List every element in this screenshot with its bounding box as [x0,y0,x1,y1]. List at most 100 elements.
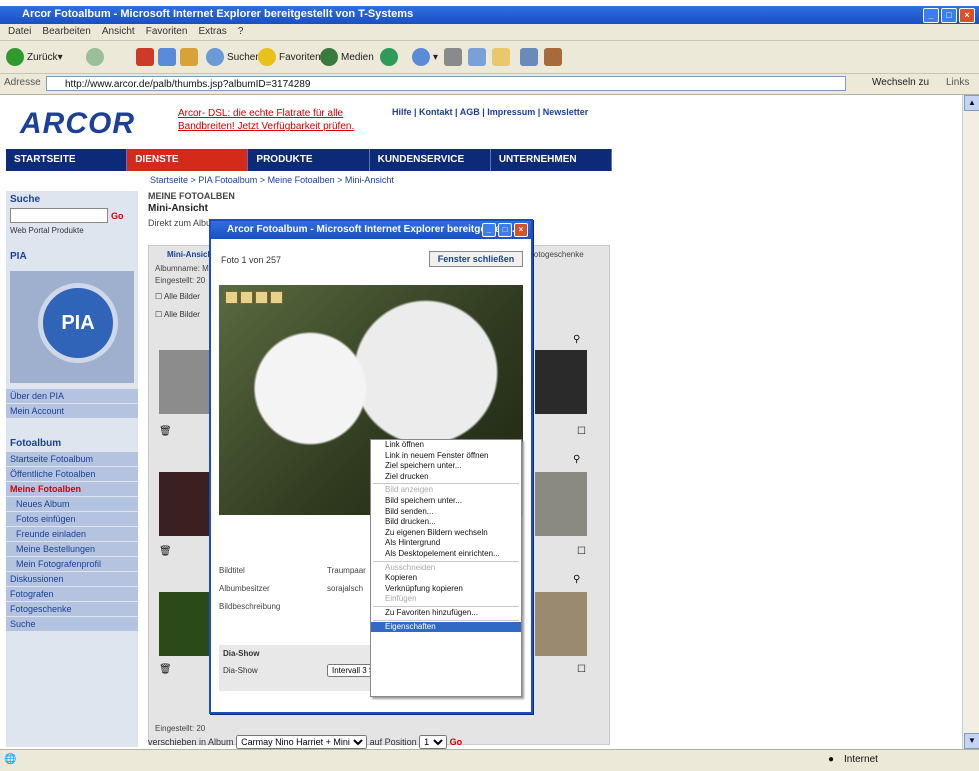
folder-button[interactable] [492,47,513,67]
thumbnail[interactable] [535,472,587,536]
link-freunde-einladen[interactable]: Freunde einladen [6,527,138,542]
trash-icon[interactable]: 🗑 [159,546,172,557]
discuss-button[interactable] [520,47,541,67]
forward-button[interactable] [86,47,107,67]
search-go-button[interactable]: Go [111,211,124,221]
link-fotogeschenke[interactable]: Fotogeschenke [6,602,138,617]
thumbnail[interactable] [159,592,211,656]
zoom-icon[interactable]: ⚲ [573,454,580,465]
arcor-logo[interactable]: ARCOR [20,107,135,141]
close-icon[interactable]: × [959,8,975,23]
popup-close-icon[interactable]: × [514,223,528,237]
link-startseite-fotoalbum[interactable]: Startseite Fotoalbum [6,452,138,467]
thumbnail[interactable] [535,592,587,656]
menu-datei[interactable]: Datei [8,24,31,40]
links-button[interactable]: Links [946,77,969,88]
nav-unternehmen[interactable]: UNTERNEHMEN [491,149,613,171]
trash-icon[interactable]: 🗑 [159,426,172,437]
link-fotos-einfuegen[interactable]: Fotos einfügen [6,512,138,527]
context-menu-item[interactable]: Ziel drucken [371,472,521,483]
folder-image-icon[interactable] [270,291,283,304]
mail-image-icon[interactable] [255,291,268,304]
thumbnail[interactable] [535,350,587,414]
popup-minimize-icon[interactable]: _ [482,223,496,237]
context-menu-item[interactable]: Zu eigenen Bildern wechseln [371,528,521,539]
popup-maximize-icon[interactable]: □ [498,223,512,237]
select-all-2[interactable]: ☐ Alle Bilder [155,310,200,319]
context-menu-item[interactable]: Ziel speichern unter... [371,461,521,472]
zoom-icon[interactable]: ⚲ [573,334,580,345]
media-button[interactable]: Medien [320,47,374,67]
select-checkbox[interactable]: ☐ [577,546,586,557]
menu-favoriten[interactable]: Favoriten [146,24,188,40]
link-suche[interactable]: Suche [6,617,138,632]
context-menu-item[interactable]: Bild senden... [371,507,521,518]
tab-fotogeschenke[interactable]: Fotogeschenke [529,250,584,259]
zoom-icon[interactable]: ⚲ [573,574,580,585]
address-input[interactable]: http://www.arcor.de/palb/thumbs.jsp?albu… [46,76,846,91]
close-window-button[interactable]: Fenster schließen [429,251,523,267]
nav-produkte[interactable]: PRODUKTE [248,149,370,171]
link-neues-album[interactable]: Neues Album [6,497,138,512]
context-menu-item[interactable]: Als Hintergrund [371,538,521,549]
stop-button[interactable] [136,47,157,67]
context-menu-item[interactable]: Link in neuem Fenster öffnen [371,451,521,462]
pia-logo[interactable]: PIA [38,283,118,363]
print-image-icon[interactable] [240,291,253,304]
top-links[interactable]: Hilfe | Kontakt | AGB | Impressum | News… [392,107,588,117]
position-select[interactable]: 1 [419,735,448,749]
print-button[interactable] [444,47,465,67]
history-button[interactable] [380,47,401,67]
menu-help[interactable]: ? [238,24,244,40]
context-menu-item[interactable]: Als Desktopelement einrichten... [371,549,521,560]
context-menu-item[interactable]: Link öffnen [371,440,521,451]
messenger-button[interactable] [544,47,565,67]
refresh-button[interactable] [158,47,179,67]
breadcrumb[interactable]: Startseite > PIA Fotoalbum > Meine Fotoa… [150,175,394,185]
trash-icon[interactable]: 🗑 [159,664,172,675]
nav-startseite[interactable]: STARTSEITE [6,149,128,171]
link-oeffentliche-fotoalben[interactable]: Öffentliche Fotoalben [6,467,138,482]
menu-ansicht[interactable]: Ansicht [102,24,135,40]
save-image-icon[interactable] [225,291,238,304]
tab-mini-ansicht[interactable]: Mini-Ansicht [167,250,215,259]
thumbnail[interactable] [159,350,211,414]
context-menu-item[interactable]: Eigenschaften [371,621,521,633]
thumbnail[interactable] [159,472,211,536]
link-fotografenprofil[interactable]: Mein Fotografenprofil [6,557,138,572]
context-menu-item[interactable]: Kopieren [371,573,521,584]
back-button[interactable]: Zurück ▾ [6,47,63,67]
search-scope-radios[interactable]: Web Portal Produkte [6,223,138,238]
search-input[interactable] [10,208,108,223]
album-select[interactable]: Carmay Nino Harriet + Mini [236,735,368,749]
mail-button[interactable]: ▾ [412,47,438,67]
context-menu-item[interactable]: Verknüpfung kopieren [371,584,521,595]
scroll-up-icon[interactable]: ▲ [964,95,979,111]
link-ueber-pia[interactable]: Über den PIA [6,389,138,404]
select-checkbox[interactable]: ☐ [577,664,586,675]
link-meine-bestellungen[interactable]: Meine Bestellungen [6,542,138,557]
nav-dienste[interactable]: DIENSTE [127,149,249,171]
home-button[interactable] [180,47,201,67]
select-all-1[interactable]: ☐ Alle Bilder [155,292,200,301]
link-mein-account[interactable]: Mein Account [6,404,138,419]
context-menu-item[interactable]: Zu Favoriten hinzufügen... [371,608,521,619]
context-menu-item[interactable]: Bild drucken... [371,517,521,528]
context-menu-item[interactable]: Bild speichern unter... [371,496,521,507]
maximize-icon[interactable]: □ [941,8,957,23]
edit-button[interactable] [468,47,489,67]
go-button[interactable]: Wechseln zu [872,77,929,88]
link-fotografen[interactable]: Fotografen [6,587,138,602]
menu-bearbeiten[interactable]: Bearbeiten [42,24,90,40]
scroll-down-icon[interactable]: ▼ [964,733,979,749]
select-checkbox[interactable]: ☐ [577,426,586,437]
link-meine-fotoalben[interactable]: Meine Fotoalben [6,482,138,497]
vertical-scrollbar[interactable]: ▲ ▼ [962,95,979,749]
link-diskussionen[interactable]: Diskussionen [6,572,138,587]
favorites-button[interactable]: Favoriten [258,47,321,67]
minimize-icon[interactable]: _ [923,8,939,23]
search-button[interactable]: Suchen [206,47,261,67]
nav-kundenservice[interactable]: KUNDENSERVICE [370,149,491,171]
menu-extras[interactable]: Extras [198,24,226,40]
move-go-button[interactable]: Go [450,737,463,747]
